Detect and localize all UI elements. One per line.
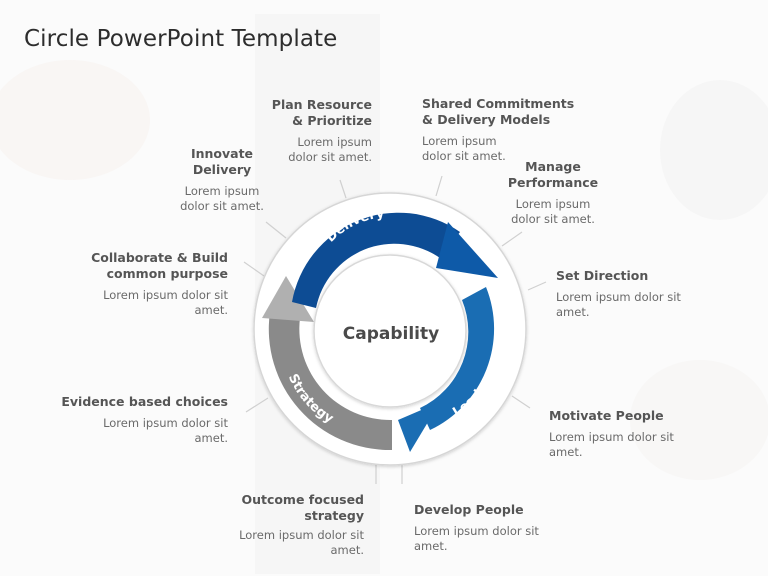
connector-shared-commitments bbox=[435, 175, 443, 197]
item-desc: Lorem ipsum dolor sit bbox=[103, 288, 228, 302]
item-title: Manage bbox=[525, 159, 581, 174]
item-title: Innovate bbox=[190, 146, 254, 161]
item-desc: dolor sit amet. bbox=[422, 148, 506, 163]
item-title: Outcome focused bbox=[241, 492, 364, 507]
item-desc: Lorem ipsum dolor sit bbox=[556, 290, 681, 304]
item-title: Develop People bbox=[414, 502, 524, 517]
item-desc: Lorem ipsum bbox=[515, 197, 591, 211]
item-plan-resource: Plan Resource & Prioritize Lorem ipsum dol… bbox=[272, 97, 372, 164]
item-collaborate: Collaborate & Build common purpose Lorem … bbox=[91, 250, 228, 317]
item-desc: Lorem ipsum dolor sit bbox=[103, 416, 228, 430]
item-title: Delivery bbox=[192, 162, 252, 177]
item-desc: Lorem ipsum dolor sit bbox=[239, 528, 364, 542]
item-innovate-delivery: Innovate Delivery Lorem ipsum dolor sit am… bbox=[172, 146, 272, 213]
item-desc: amet. bbox=[330, 542, 365, 557]
item-desc: amet. bbox=[549, 444, 583, 459]
item-title: Motivate People bbox=[549, 408, 664, 423]
item-set-direction: Set Direction Lorem ipsum dolor sit amet. bbox=[556, 268, 681, 319]
item-title: Set Direction bbox=[556, 268, 649, 283]
item-desc: Lorem ipsum bbox=[297, 135, 372, 149]
item-title: Performance bbox=[507, 175, 599, 190]
item-title: & Delivery Models bbox=[422, 112, 551, 127]
connector-manage-performance bbox=[501, 231, 523, 247]
item-title: common purpose bbox=[106, 266, 228, 281]
item-evidence: Evidence based choices Lorem ipsum dolor… bbox=[61, 394, 228, 445]
item-desc: amet. bbox=[414, 538, 448, 553]
item-desc: amet. bbox=[194, 302, 229, 317]
item-title: Shared Commitments bbox=[422, 96, 575, 111]
item-desc: dolor sit amet. bbox=[180, 198, 264, 213]
connector-evidence bbox=[245, 397, 269, 413]
item-manage-performance: Manage Performance Lorem ipsum dolor sit a… bbox=[502, 159, 604, 226]
connector-innovate-delivery bbox=[265, 221, 287, 239]
center-label: Capability bbox=[343, 324, 439, 344]
item-motivate-people: Motivate People Lorem ipsum dolor sit ame… bbox=[549, 408, 674, 459]
item-title: Collaborate & Build bbox=[91, 250, 228, 265]
item-desc: dolor sit amet. bbox=[288, 149, 372, 164]
connector-motivate bbox=[511, 395, 531, 409]
connector-collaborate bbox=[243, 261, 265, 277]
item-desc: amet. bbox=[194, 430, 229, 445]
item-title: strategy bbox=[304, 508, 364, 523]
item-outcome-focused: Outcome focused strategy Lorem ipsum dolo… bbox=[239, 492, 364, 557]
item-desc: Lorem ipsum dolor sit bbox=[549, 430, 674, 444]
connector-set-direction bbox=[527, 281, 547, 291]
item-desc: dolor sit amet. bbox=[511, 211, 595, 226]
connector-plan-resource bbox=[339, 179, 347, 199]
item-desc: Lorem ipsum dolor sit bbox=[414, 524, 539, 538]
item-title: Evidence based choices bbox=[61, 394, 228, 409]
item-title: Plan Resource bbox=[271, 97, 372, 112]
item-desc: Lorem ipsum bbox=[184, 184, 260, 198]
item-shared-commitments: Shared Commitments & Delivery Models Lore… bbox=[422, 96, 574, 163]
item-title: & Prioritize bbox=[292, 113, 372, 128]
item-develop-people: Develop People Lorem ipsum dolor sit amet… bbox=[414, 502, 539, 553]
item-desc: Lorem ipsum bbox=[422, 134, 497, 148]
item-desc: amet. bbox=[556, 304, 590, 319]
